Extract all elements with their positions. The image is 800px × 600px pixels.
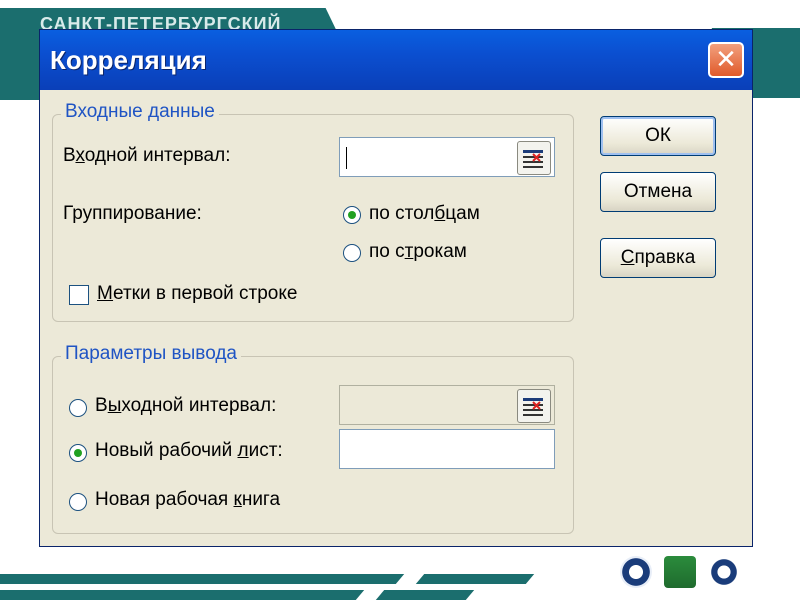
grouping-label: Группирование: [63, 203, 202, 224]
faculty-logo-icon [664, 556, 696, 588]
radio-output-range[interactable] [69, 399, 87, 417]
slide-bottom-stripe [0, 590, 365, 600]
slide-bottom-stripe [415, 574, 535, 584]
labels-first-row-checkbox[interactable] [69, 285, 89, 305]
radio-selected-dot [348, 211, 356, 219]
new-book-label: Новая рабочая книга [95, 489, 281, 510]
help-button[interactable]: Справка [600, 238, 716, 278]
radio-by-rows[interactable] [343, 244, 361, 262]
text-caret [346, 147, 347, 170]
radio-by-columns[interactable] [343, 206, 361, 224]
by-rows-label: по строкам [369, 241, 467, 262]
output-range-collapse-button[interactable] [517, 389, 551, 423]
university-logo-icon [620, 556, 652, 588]
correlation-dialog: Корреляция ✕ Входные данные Входной инте… [40, 30, 752, 546]
close-button[interactable]: ✕ [708, 42, 744, 78]
new-sheet-field[interactable] [339, 429, 555, 469]
title-bar: Корреляция ✕ [40, 30, 752, 90]
slide-bottom-stripe [375, 590, 475, 600]
radio-new-sheet[interactable] [69, 444, 87, 462]
output-range-label: Выходной интервал: [95, 395, 277, 416]
dialog-body: Входные данные Входной интервал: Группир… [40, 90, 752, 546]
input-data-legend: Входные данные [61, 101, 219, 123]
ok-button[interactable]: ОК [600, 116, 716, 156]
radio-selected-dot [74, 449, 82, 457]
window-title: Корреляция [50, 44, 207, 75]
close-icon: ✕ [715, 45, 737, 75]
output-options-group: Параметры вывода Выходной интервал: Новы… [52, 343, 574, 534]
range-select-icon [523, 398, 543, 416]
range-select-icon [523, 150, 543, 168]
input-range-collapse-button[interactable] [517, 141, 551, 175]
institute-logo-icon [708, 556, 740, 588]
radio-new-book[interactable] [69, 493, 87, 511]
cancel-button[interactable]: Отмена [600, 172, 716, 212]
input-data-group: Входные данные Входной интервал: Группир… [52, 101, 574, 322]
slide-bottom-stripe [0, 574, 405, 584]
labels-first-row-label: Метки в первой строке [97, 283, 298, 304]
input-range-label: Входной интервал: [63, 145, 231, 166]
new-sheet-label: Новый рабочий лист: [95, 440, 283, 461]
output-options-legend: Параметры вывода [61, 343, 241, 365]
by-columns-label: по столбцам [369, 203, 480, 224]
